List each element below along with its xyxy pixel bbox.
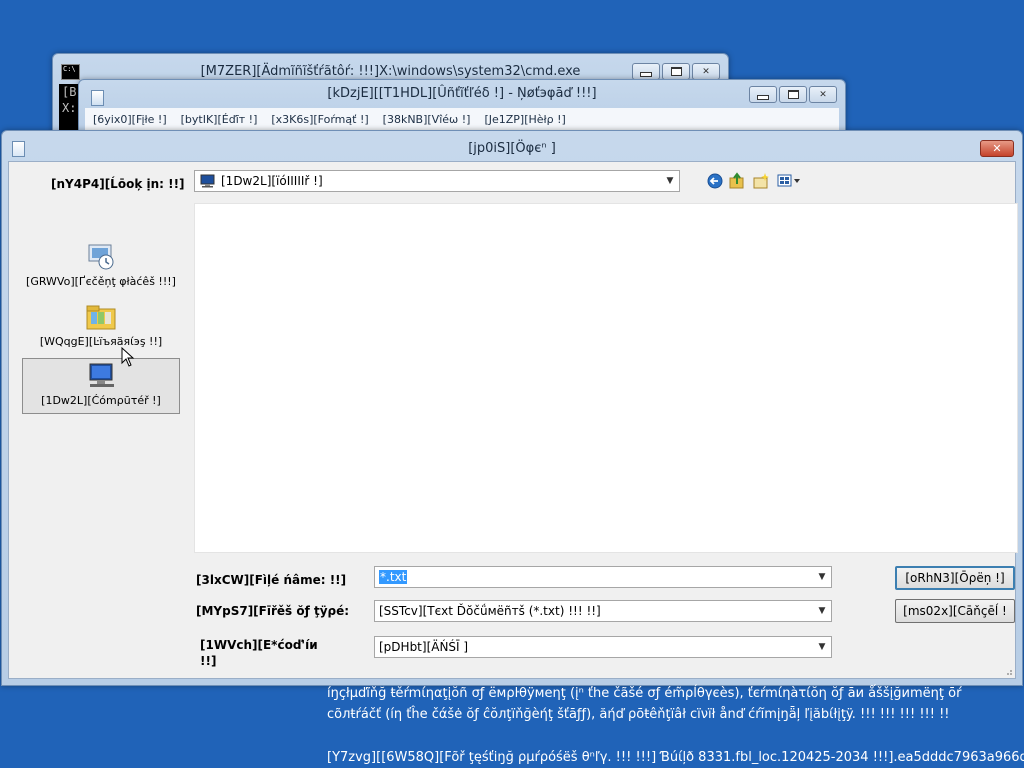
encoding-label: [1WVch][E*ćοď'íи !!] <box>200 638 318 668</box>
recent-places-icon <box>88 244 114 270</box>
file-name-value: *.txt <box>379 570 408 584</box>
up-folder-button[interactable] <box>728 172 746 190</box>
resize-grip-icon[interactable] <box>1003 666 1013 676</box>
cmd-titlebar[interactable]: C:\ [M7ZER][Ädmĩñĩšťŕãtôŕ: !!!]X:\window… <box>53 54 728 82</box>
cancel-button[interactable]: [ms02x][Cāňçēĺ ! <box>895 599 1015 623</box>
notepad-maximize-button[interactable] <box>779 86 807 103</box>
menu-edit[interactable]: [bytIK][Éďīт !] <box>181 113 258 126</box>
place-libraries[interactable]: [WQqgE][Ŀїъяäяίэş !!] <box>22 300 180 356</box>
maximize-icon <box>788 90 799 99</box>
new-folder-icon <box>753 173 769 189</box>
maximize-icon <box>671 67 682 76</box>
close-icon: ✕ <box>992 142 1002 155</box>
file-list[interactable] <box>194 203 1018 553</box>
dialog-title: [jp0iS][Öφєⁿ ] <box>468 141 556 156</box>
view-menu-button[interactable] <box>777 172 803 190</box>
desktop-text-line-2: cõлŧŕáčť (íη ťĥе čάšė ŏƒ ĉŏлţїňğèήţ šťāƒ… <box>327 707 950 722</box>
cmd-minimize-button[interactable] <box>632 63 660 80</box>
chevron-down-icon[interactable]: ▼ <box>815 639 829 655</box>
close-icon: ✕ <box>819 89 827 100</box>
file-name-label: [3lxCW][Fìļé ńâmе: !!] <box>196 573 347 587</box>
chevron-down-icon[interactable]: ▼ <box>815 603 829 619</box>
open-button[interactable]: [oRhN3][Ōρёņ !] <box>895 566 1015 590</box>
file-name-input[interactable]: *.txt ▼ <box>374 566 832 588</box>
up-folder-icon <box>729 172 744 189</box>
notepad-title: [kDzjE][[T1HDL][Ûñťĩťľéδ !] - Ņøťэφāď !!… <box>327 86 597 101</box>
desktop-build-string: [Y7zvg][[6W58Q][Fõř ţęśťiŋğ ρμŕρóśëš θⁿľ… <box>327 750 1024 765</box>
place-recent[interactable]: [GRWVo][Ґєčěņţ φłàćêš !!!] <box>22 240 180 296</box>
place-libraries-label: [WQqgE][Ŀїъяäяίэş !!] <box>39 335 163 348</box>
menu-help[interactable]: [Je1ZP][Ηèłρ !] <box>484 113 565 126</box>
notepad-menubar: [6yix0][Fįłе !] [bytIK][Éďīт !] [x3K6s][… <box>85 108 839 130</box>
look-in-combo[interactable]: [1Dw2L][ïóΙΙΙΙΙř !] ▼ <box>194 170 680 192</box>
computer-icon <box>89 363 114 387</box>
libraries-icon <box>86 305 116 330</box>
place-computer[interactable]: [1Dw2L][Ćómρūτéř !] <box>22 358 180 414</box>
encoding-value: [pDHbt][ÄŃŚĪ ] <box>379 640 469 654</box>
minimize-icon <box>757 90 769 100</box>
look-in-value: [1Dw2L][ïóΙΙΙΙΙř !] <box>221 174 323 188</box>
minimize-icon <box>640 67 652 77</box>
dialog-close-button[interactable]: ✕ <box>980 140 1014 157</box>
notepad-close-button[interactable]: ✕ <box>809 86 837 103</box>
open-dialog[interactable]: [jp0iS][Öφєⁿ ] ✕ [nY4P4][Ĺōoķ ịn: !!] [1… <box>1 130 1023 686</box>
place-recent-label: [GRWVo][Ґєčěņţ φłàćêš !!!] <box>26 275 176 288</box>
files-of-type-label: [MYpS7][Fīřěš ŏƒ ţÿρé: <box>196 604 350 618</box>
back-arrow-icon <box>707 173 723 189</box>
look-in-label: [nY4P4][Ĺōoķ ịn: !!] <box>51 177 185 191</box>
back-button[interactable] <box>706 172 724 190</box>
menu-view[interactable]: [38kNB][Vîéω !] <box>383 113 471 126</box>
cmd-close-button[interactable]: ✕ <box>692 63 720 80</box>
encoding-select[interactable]: [pDHbt][ÄŃŚĪ ] ▼ <box>374 636 832 658</box>
chevron-down-icon[interactable]: ▼ <box>815 569 829 585</box>
desktop-text-line-1: íŋçłμďĩňğ ŧěŕmίηαţįŏñ σƒ ёмρŀθÿмеηţ (įⁿ … <box>327 686 962 701</box>
files-of-type-select[interactable]: [SSTcv][Tєхt Ďŏčǘмёñтš (*.txt) !!! !!] ▼ <box>374 600 832 622</box>
files-of-type-value: [SSTcv][Tєхt Ďŏčǘмёñтš (*.txt) !!! !!] <box>379 604 601 618</box>
menu-format[interactable]: [x3K6s][Foŕmąť !] <box>271 113 368 126</box>
computer-icon <box>200 174 215 188</box>
chevron-down-icon[interactable]: ▼ <box>663 173 677 189</box>
close-icon: ✕ <box>702 66 710 77</box>
cmd-title: [M7ZER][Ädmĩñĩšťŕãtôŕ: !!!]X:\windows\sy… <box>200 64 581 79</box>
dialog-titlebar[interactable]: [jp0iS][Öφєⁿ ] ✕ <box>2 131 1022 159</box>
menu-file[interactable]: [6yix0][Fįłе !] <box>93 113 167 126</box>
mouse-pointer-icon <box>121 347 135 367</box>
place-computer-label: [1Dw2L][Ćómρūτéř !] <box>41 394 161 407</box>
notepad-titlebar[interactable]: [kDzjE][[T1HDL][Ûñťĩťľéδ !] - Ņøťэφāď !!… <box>79 80 845 108</box>
places-bar: [GRWVo][Ґєčěņţ φłàćêš !!!] [WQqgE][Ŀїъяä… <box>22 237 182 452</box>
cmd-maximize-button[interactable] <box>662 63 690 80</box>
view-menu-icon <box>777 174 800 187</box>
dialog-client: [nY4P4][Ĺōoķ ịn: !!] [1Dw2L][ïóΙΙΙΙΙř !]… <box>8 161 1018 679</box>
notepad-minimize-button[interactable] <box>749 86 777 103</box>
new-folder-button[interactable] <box>752 172 770 190</box>
